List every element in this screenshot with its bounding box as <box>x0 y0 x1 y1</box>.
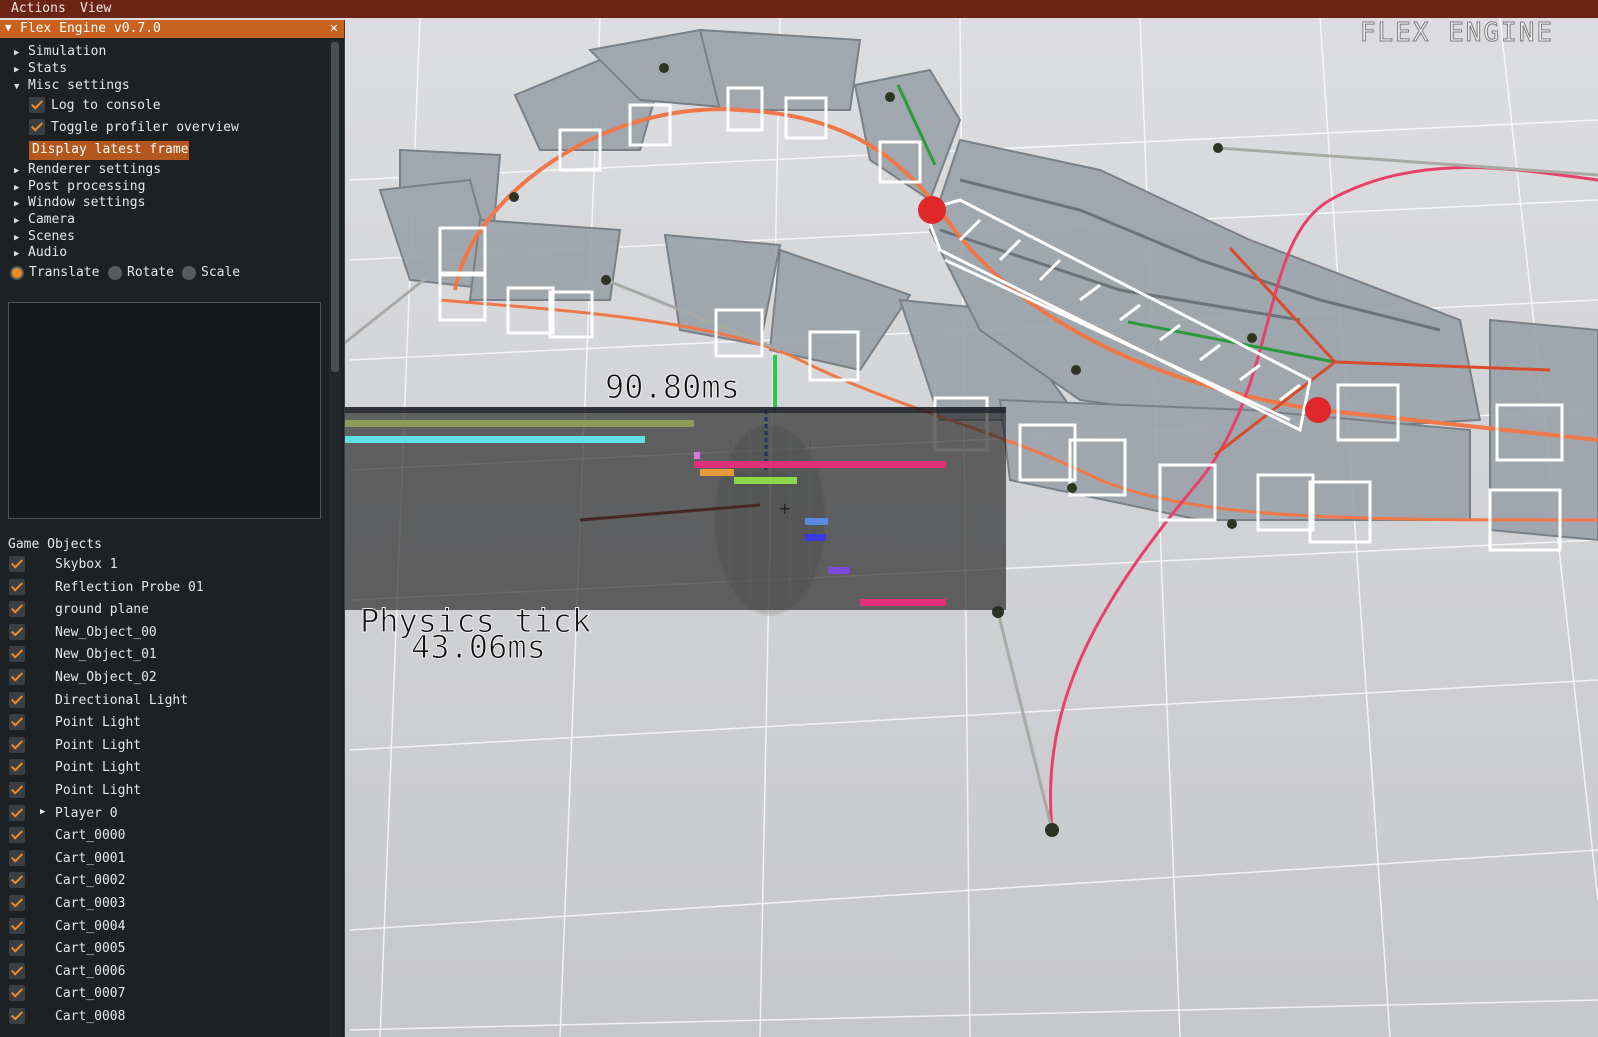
section-scenes[interactable]: ▶ Scenes <box>14 229 75 245</box>
game-object-item[interactable]: New_Object_01 <box>55 647 157 662</box>
game-object-visibility-checkbox[interactable] <box>9 714 25 731</box>
game-object-item[interactable]: Directional Light <box>55 693 188 708</box>
rotate-radio[interactable] <box>108 266 122 280</box>
game-object-visibility-checkbox[interactable] <box>9 917 25 934</box>
scale-label: Scale <box>201 265 241 280</box>
section-misc-settings[interactable]: ▼ Misc settings <box>14 78 130 94</box>
game-object-visibility-checkbox[interactable] <box>9 804 25 821</box>
expand-arrow-icon: ▶ <box>14 166 20 176</box>
physics-tick-value: 43.06ms <box>411 628 547 667</box>
game-object-visibility-checkbox[interactable] <box>9 1008 25 1024</box>
game-object-item[interactable]: Cart_0008 <box>55 1009 125 1024</box>
scale-radio[interactable] <box>182 266 196 280</box>
translate-label: Translate <box>29 265 100 280</box>
game-object-item[interactable]: Cart_0002 <box>55 873 125 888</box>
section-post-processing[interactable]: ▶ Post processing <box>14 179 145 195</box>
expand-arrow-icon: ▶ <box>14 233 20 243</box>
engine-brand: FLEX ENGINE <box>1359 18 1554 49</box>
profiler-bar <box>805 534 826 541</box>
game-object-item[interactable]: Point Light <box>55 738 141 753</box>
log-to-console-checkbox[interactable] <box>29 97 45 113</box>
game-object-visibility-checkbox[interactable] <box>9 962 25 979</box>
game-object-item[interactable]: Cart_0001 <box>55 851 125 866</box>
profiler-header-bar <box>344 407 1006 413</box>
game-objects-header: Game Objects <box>8 537 102 552</box>
panel-title-bar[interactable]: ▼ Flex Engine v0.7.0 ✕ <box>0 20 344 38</box>
profiler-bar <box>344 420 694 427</box>
frame-time-label: 90.80ms <box>605 368 741 407</box>
game-object-visibility-checkbox[interactable] <box>9 872 25 889</box>
game-object-visibility-checkbox[interactable] <box>9 736 25 753</box>
game-object-item[interactable]: Point Light <box>55 783 141 798</box>
toggle-profiler-label: Toggle profiler overview <box>51 120 239 135</box>
game-object-item[interactable]: Reflection Probe 01 <box>55 580 204 595</box>
game-object-visibility-checkbox[interactable] <box>9 669 25 685</box>
profiler-bar <box>694 461 946 468</box>
game-object-item[interactable]: Cart_0005 <box>55 941 125 956</box>
panel-title: Flex Engine v0.7.0 <box>20 21 161 36</box>
display-latest-frame-button[interactable]: Display latest frame <box>29 141 189 160</box>
game-object-item[interactable]: ground plane <box>55 602 149 617</box>
game-object-visibility-checkbox[interactable] <box>9 556 25 572</box>
game-object-item[interactable]: Skybox 1 <box>55 557 118 572</box>
section-audio[interactable]: ▶ Audio <box>14 245 67 261</box>
expand-arrow-icon: ▶ <box>14 249 20 259</box>
game-object-visibility-checkbox[interactable] <box>9 849 25 866</box>
game-object-visibility-checkbox[interactable] <box>9 782 25 798</box>
expand-arrow-icon: ▶ <box>14 199 20 209</box>
profiler-bar <box>734 477 797 484</box>
toggle-profiler-checkbox[interactable] <box>29 119 45 135</box>
section-window-settings[interactable]: ▶ Window settings <box>14 195 145 211</box>
rotate-label: Rotate <box>127 265 174 280</box>
game-object-visibility-checkbox[interactable] <box>9 985 25 1002</box>
menu-bar: Actions View <box>0 0 1598 18</box>
profiler-bar <box>700 469 734 476</box>
profiler-bar <box>805 518 828 525</box>
game-object-visibility-checkbox[interactable] <box>9 623 25 640</box>
section-camera[interactable]: ▶ Camera <box>14 212 75 228</box>
section-stats[interactable]: ▶ Stats <box>14 61 67 77</box>
game-object-visibility-checkbox[interactable] <box>9 940 25 957</box>
scrollbar-thumb[interactable] <box>331 42 339 372</box>
expand-arrow-icon: ▶ <box>14 183 20 193</box>
game-object-visibility-checkbox[interactable] <box>9 827 25 844</box>
frame-preview <box>8 302 321 519</box>
collapse-arrow-icon[interactable]: ▼ <box>5 21 12 34</box>
profiler-bar <box>694 452 700 459</box>
game-object-visibility-checkbox[interactable] <box>9 601 25 618</box>
game-object-visibility-checkbox[interactable] <box>9 759 25 776</box>
game-object-visibility-checkbox[interactable] <box>9 895 25 911</box>
profiler-bar <box>828 567 850 574</box>
menu-view[interactable]: View <box>80 1 111 16</box>
expand-arrow-icon: ▶ <box>14 65 20 75</box>
section-renderer-settings[interactable]: ▶ Renderer settings <box>14 162 161 178</box>
menu-actions[interactable]: Actions <box>11 1 66 16</box>
engine-panel: ▼ Flex Engine v0.7.0 ✕ ▶ Simulation ▶ Stat… <box>0 20 345 1037</box>
game-object-visibility-checkbox[interactable] <box>9 646 25 663</box>
game-object-item[interactable]: Cart_0000 <box>55 828 125 843</box>
game-object-item[interactable]: New_Object_00 <box>55 625 157 640</box>
game-object-item[interactable]: Cart_0007 <box>55 986 125 1001</box>
game-object-item[interactable]: Cart_0004 <box>55 919 125 934</box>
game-object-item[interactable]: New_Object_02 <box>55 670 157 685</box>
game-object-item[interactable]: Point Light <box>55 715 141 730</box>
game-object-item[interactable]: Cart_0006 <box>55 964 125 979</box>
profiler-bar <box>860 599 946 606</box>
expand-arrow-icon: ▶ <box>14 216 20 226</box>
log-to-console-label: Log to console <box>51 98 161 113</box>
profiler-bar <box>297 436 645 443</box>
translate-radio[interactable] <box>10 266 24 280</box>
game-object-item[interactable]: Player 0 <box>55 806 118 821</box>
game-object-item[interactable]: Cart_0003 <box>55 896 125 911</box>
close-icon[interactable]: ✕ <box>330 20 338 36</box>
game-object-item[interactable]: Point Light <box>55 760 141 775</box>
expand-arrow-icon[interactable]: ▶ <box>40 807 45 817</box>
game-object-visibility-checkbox[interactable] <box>9 691 25 708</box>
expand-arrow-icon: ▶ <box>14 48 20 58</box>
section-simulation[interactable]: ▶ Simulation <box>14 44 106 60</box>
game-object-visibility-checkbox[interactable] <box>9 578 25 595</box>
collapse-arrow-icon: ▼ <box>14 82 20 92</box>
